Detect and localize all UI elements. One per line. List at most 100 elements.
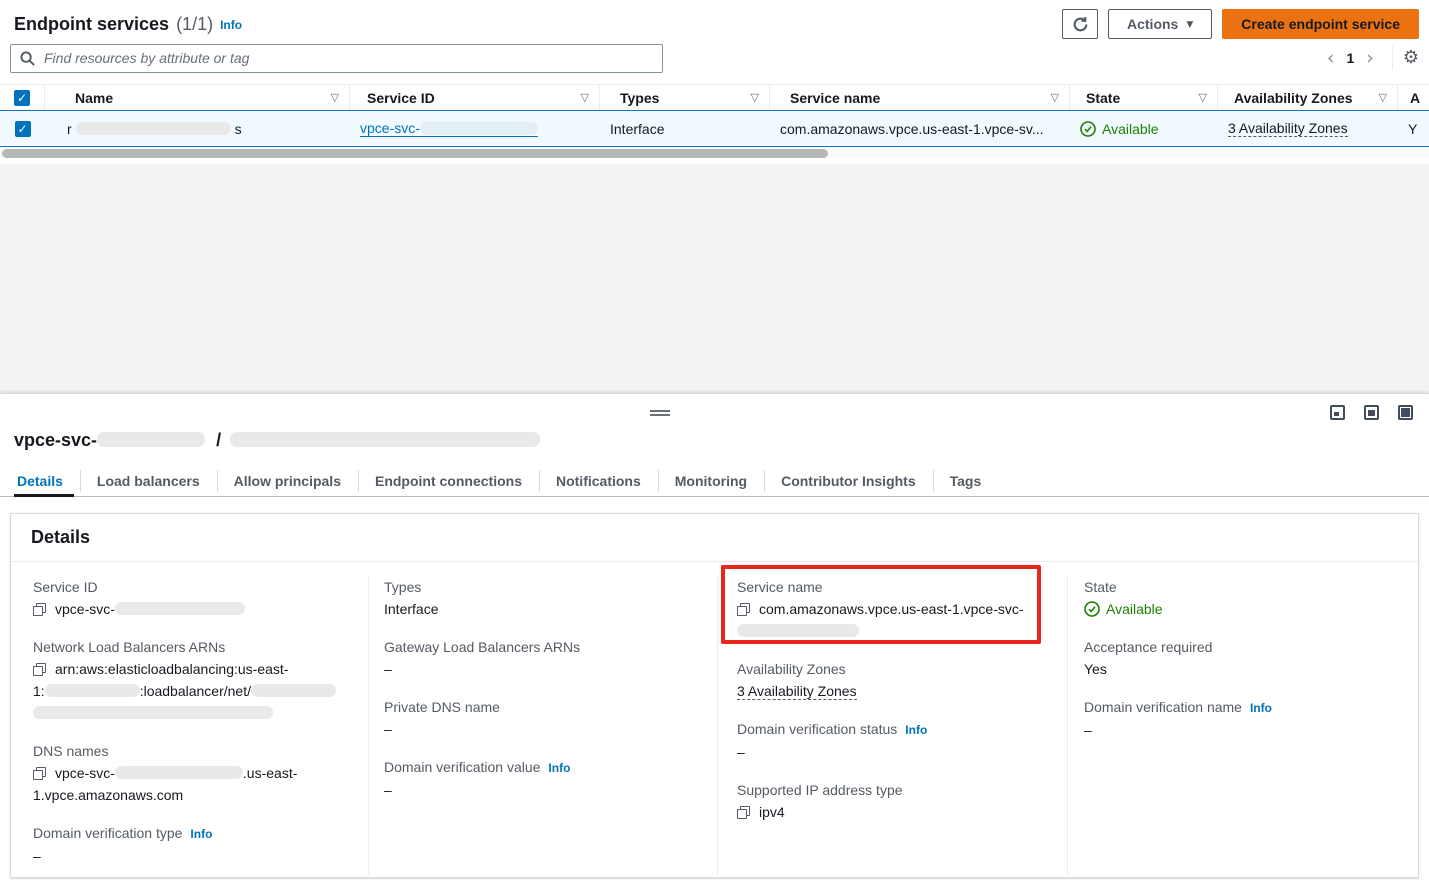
tab-tags[interactable]: Tags (933, 466, 999, 496)
field-dns-names: DNS names vpce-svc-.us-east- 1.vpce.amaz… (33, 740, 350, 806)
tab-contributor-insights[interactable]: Contributor Insights (764, 466, 933, 496)
details-column-1: Service ID vpce-svc- Network Load Balanc… (11, 576, 368, 875)
redacted-arn-tail (33, 706, 273, 719)
page-title-text: Endpoint services (14, 14, 169, 35)
actions-button[interactable]: Actions ▼ (1108, 9, 1212, 39)
endpoint-services-table: ✓ Name ▽ Service ID ▽ Types ▽ Service na… (0, 84, 1429, 158)
sort-icon[interactable]: ▽ (1373, 91, 1387, 104)
field-service-id: Service ID vpce-svc- (33, 576, 350, 620)
redacted-service-name-tail (737, 624, 859, 637)
header-actions: Actions ▼ Create endpoint service (1062, 9, 1419, 39)
details-card-heading: Details (11, 514, 1418, 562)
copy-icon[interactable] (737, 806, 750, 819)
info-link[interactable]: Info (190, 823, 212, 845)
sort-icon[interactable]: ▽ (1045, 91, 1059, 104)
column-header-service-name[interactable]: Service name ▽ (770, 85, 1070, 110)
horizontal-scrollbar[interactable] (0, 149, 1429, 158)
tab-endpoint-connections[interactable]: Endpoint connections (358, 466, 539, 496)
select-all-checkbox[interactable]: ✓ (14, 90, 30, 106)
field-state: State Available (1084, 576, 1400, 620)
pagination: ‹ 1 › ⚙ (1319, 46, 1419, 70)
create-endpoint-service-button[interactable]: Create endpoint service (1222, 9, 1419, 39)
search-row: ‹ 1 › ⚙ (10, 43, 1419, 73)
service-id-link[interactable]: vpce-svc- (360, 120, 538, 137)
availability-zones-link[interactable]: 3 Availability Zones (737, 683, 857, 700)
pagination-divider (1392, 46, 1393, 70)
preferences-gear-button[interactable]: ⚙ (1403, 49, 1419, 67)
column-header-acceptance[interactable]: A (1398, 85, 1429, 110)
row-state-cell: Available (1070, 121, 1218, 137)
row-name-cell: r s (45, 121, 350, 137)
sort-icon[interactable]: ▽ (575, 91, 589, 104)
tab-allow-principals[interactable]: Allow principals (217, 466, 358, 496)
refresh-button[interactable] (1062, 9, 1098, 39)
panel-position-full-icon[interactable] (1398, 405, 1413, 420)
tab-monitoring[interactable]: Monitoring (658, 466, 764, 496)
column-header-availability-zones[interactable]: Availability Zones ▽ (1218, 85, 1398, 110)
field-types: Types Interface (384, 576, 699, 620)
panel-position-side-icon[interactable] (1364, 405, 1379, 420)
next-page-button[interactable]: › (1358, 49, 1382, 68)
redacted-value (115, 602, 245, 615)
select-all-cell: ✓ (0, 85, 45, 110)
caret-down-icon: ▼ (1186, 20, 1193, 30)
redacted-title-name (230, 432, 540, 447)
copy-icon[interactable] (33, 663, 46, 676)
tab-load-balancers[interactable]: Load balancers (80, 466, 217, 496)
availability-zones-link[interactable]: 3 Availability Zones (1228, 120, 1348, 137)
page-background (0, 164, 1429, 393)
panel-layout-controls (1330, 405, 1413, 420)
field-supported-ip: Supported IP address type ipv4 (737, 779, 1049, 823)
panel-resize-handle[interactable] (650, 410, 670, 416)
copy-icon[interactable] (33, 767, 46, 780)
row-select-cell: ✓ (0, 121, 45, 137)
resource-counter: (1/1) (176, 14, 213, 35)
tab-notifications[interactable]: Notifications (539, 466, 658, 496)
sort-icon[interactable]: ▽ (1193, 91, 1207, 104)
table-header-row: ✓ Name ▽ Service ID ▽ Types ▽ Service na… (0, 84, 1429, 110)
copy-icon[interactable] (737, 603, 750, 616)
details-card: Details Service ID vpce-svc- Network Loa… (10, 513, 1419, 878)
search-icon (20, 51, 35, 66)
panel-position-bottom-icon[interactable] (1330, 405, 1345, 420)
field-availability-zones: Availability Zones 3 Availability Zones (737, 658, 1049, 702)
previous-page-button[interactable]: ‹ (1319, 49, 1343, 68)
column-header-name[interactable]: Name ▽ (45, 85, 350, 110)
field-nlb-arns: Network Load Balancers ARNs arn:aws:elas… (33, 636, 350, 724)
check-circle-icon (1084, 601, 1100, 617)
copy-icon[interactable] (33, 603, 46, 616)
redacted-dns (115, 766, 243, 779)
redacted-account-id (45, 684, 140, 697)
field-domain-verification-status: Domain verification status Info – (737, 718, 1049, 763)
info-link[interactable]: Info (548, 757, 570, 779)
scrollbar-thumb[interactable] (2, 149, 828, 158)
page-number[interactable]: 1 (1342, 50, 1358, 66)
status-badge: Available (1084, 598, 1400, 620)
redacted-lb-name (251, 684, 336, 697)
list-header: Endpoint services (1/1) Info Actions ▼ C… (14, 8, 1419, 40)
info-link[interactable]: Info (905, 719, 927, 741)
field-domain-verification-type: Domain verification type Info – (33, 822, 350, 867)
sort-icon[interactable]: ▽ (325, 91, 339, 104)
check-circle-icon (1080, 121, 1096, 137)
details-column-4: State Available Acceptance required Yes (1067, 576, 1418, 875)
search-box (10, 44, 663, 73)
search-input[interactable] (42, 49, 653, 67)
details-card-body: Service ID vpce-svc- Network Load Balanc… (11, 562, 1418, 875)
tab-details[interactable]: Details (14, 466, 80, 496)
panel-title: vpce-svc- / (14, 430, 540, 451)
info-link[interactable]: Info (1250, 697, 1272, 719)
panel-tabs: Details Load balancers Allow principals … (0, 466, 1429, 497)
column-header-state[interactable]: State ▽ (1070, 85, 1218, 110)
sort-icon[interactable]: ▽ (745, 91, 759, 104)
field-domain-verification-name: Domain verification name Info – (1084, 696, 1400, 741)
column-header-service-id[interactable]: Service ID ▽ (350, 85, 600, 110)
field-acceptance-required: Acceptance required Yes (1084, 636, 1400, 680)
endpoint-services-list-section: Endpoint services (1/1) Info Actions ▼ C… (0, 0, 1429, 164)
table-row[interactable]: ✓ r s vpce-svc- Interface com.amazonaws.… (0, 110, 1429, 147)
info-link[interactable]: Info (220, 18, 242, 32)
field-gwlb-arns: Gateway Load Balancers ARNs – (384, 636, 699, 680)
refresh-icon (1072, 16, 1089, 33)
row-checkbox[interactable]: ✓ (15, 121, 31, 137)
column-header-types[interactable]: Types ▽ (600, 85, 770, 110)
